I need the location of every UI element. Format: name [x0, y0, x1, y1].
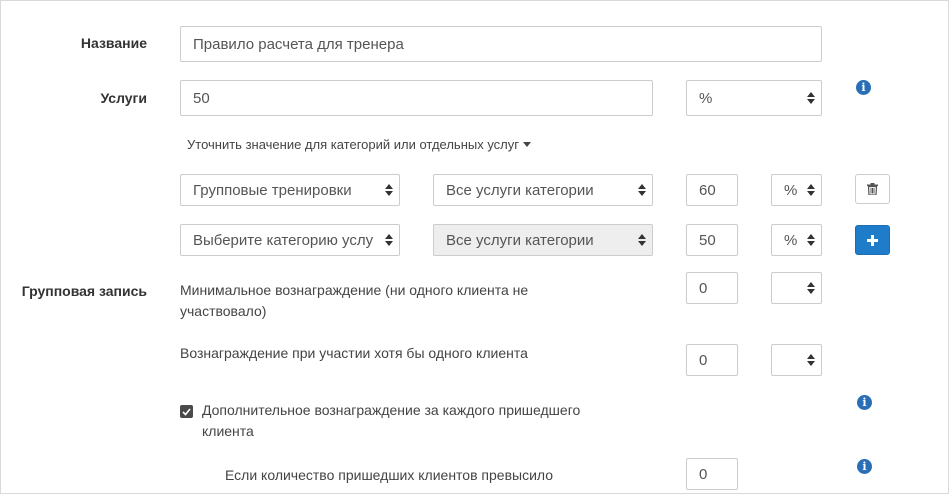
caret-down-icon	[523, 142, 532, 147]
row1-value-input[interactable]: 60	[686, 174, 738, 206]
select-arrows-icon	[807, 282, 815, 294]
services-value-input[interactable]: 50	[180, 80, 653, 116]
info-icon[interactable]: i	[857, 459, 872, 474]
row1-service-value: Все услуги категории	[446, 181, 594, 199]
select-arrows-icon	[385, 234, 393, 246]
row2-category-select[interactable]: Выберите категорию услу	[180, 224, 400, 256]
plus-icon	[867, 234, 878, 246]
group-booking-label: Групповая запись	[21, 283, 147, 299]
info-icon[interactable]: i	[856, 80, 871, 95]
select-arrows-icon	[807, 354, 815, 366]
services-unit-select[interactable]: %	[686, 80, 822, 116]
name-label: Название	[80, 35, 147, 51]
threshold-input[interactable]: 0	[686, 458, 738, 490]
checkmark-icon	[182, 407, 191, 416]
row2-unit-select[interactable]: %	[771, 224, 822, 256]
trash-icon	[867, 183, 878, 195]
min-reward-input[interactable]: 0	[686, 272, 738, 304]
row2-category-value: Выберите категорию услу	[193, 231, 374, 249]
extra-reward-checkbox[interactable]	[180, 405, 193, 418]
one-client-unit-select[interactable]	[771, 344, 822, 376]
info-icon[interactable]: i	[857, 395, 872, 410]
threshold-label: Если количество пришедших клиентов превы…	[225, 467, 554, 483]
row1-category-value: Групповые тренировки	[193, 181, 352, 199]
delete-row-button[interactable]	[855, 174, 890, 204]
min-reward-label: Минимальное вознаграждение (ни одного кл…	[180, 282, 529, 319]
select-arrows-icon	[807, 92, 815, 104]
services-label: Услуги	[100, 90, 147, 106]
select-arrows-icon	[807, 234, 815, 246]
services-unit-value: %	[699, 89, 713, 107]
refine-toggle[interactable]: Уточнить значение для категорий или отде…	[187, 137, 532, 152]
row1-unit-value: %	[784, 181, 798, 199]
row1-service-select[interactable]: Все услуги категории	[433, 174, 653, 206]
refine-link-label: Уточнить значение для категорий или отде…	[187, 137, 520, 152]
row2-service-value: Все услуги категории	[446, 231, 594, 249]
name-input[interactable]: Правило расчета для тренера	[180, 26, 822, 62]
row2-service-select[interactable]: Все услуги категории	[433, 224, 653, 256]
select-arrows-icon	[638, 184, 646, 196]
select-arrows-icon	[638, 234, 646, 246]
one-client-input[interactable]: 0	[686, 344, 738, 376]
row1-unit-select[interactable]: %	[771, 174, 822, 206]
select-arrows-icon	[807, 184, 815, 196]
select-arrows-icon	[385, 184, 393, 196]
one-client-label: Вознаграждение при участии хотя бы одног…	[180, 345, 528, 361]
row2-value-input[interactable]: 50	[686, 224, 738, 256]
min-reward-unit-select[interactable]	[771, 272, 822, 304]
extra-reward-label: Дополнительное вознаграждение за каждого…	[202, 402, 581, 439]
row2-unit-value: %	[784, 231, 798, 249]
row1-category-select[interactable]: Групповые тренировки	[180, 174, 400, 206]
add-row-button[interactable]	[855, 225, 890, 255]
